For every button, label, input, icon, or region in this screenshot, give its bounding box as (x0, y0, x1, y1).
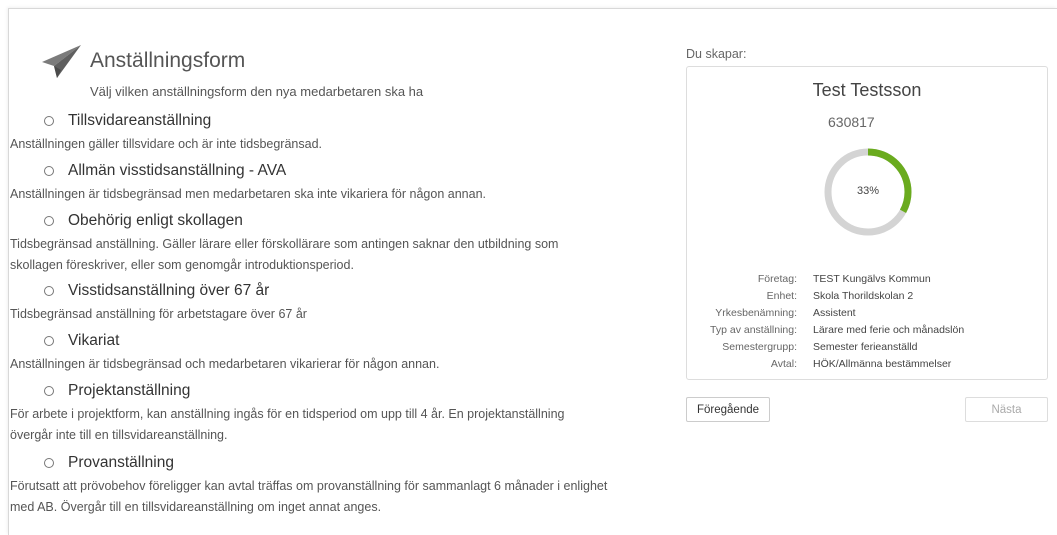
option-label[interactable]: Provanställning (68, 454, 174, 472)
detail-row: Enhet: Skola Thorildskolan 2 (687, 290, 1047, 307)
detail-value: Skola Thorildskolan 2 (813, 290, 914, 302)
person-name: Test Testsson (812, 80, 922, 100)
page-title: Anställningsform (90, 49, 246, 72)
option-description: Tidsbegränsad anställning för arbetstaga… (10, 307, 307, 321)
option-label[interactable]: Allmän visstidsanställning - AVA (68, 162, 286, 180)
detail-row: Yrkesbenämning: Assistent (687, 307, 1047, 324)
next-button[interactable]: Nästa (965, 397, 1048, 422)
option-description: För arbete i projektform, kan anställnin… (10, 407, 565, 442)
detail-value: TEST Kungälvs Kommun (813, 273, 931, 285)
detail-key: Enhet: (766, 290, 797, 302)
option-description: Anställningen är tidsbegränsad och medar… (10, 357, 440, 371)
detail-row: Typ av anställning: Lärare med ferie och… (687, 324, 1047, 341)
paper-plane-icon (42, 45, 81, 78)
option-description: Anställningen är tidsbegränsad men medar… (10, 187, 486, 201)
radio-button[interactable] (44, 286, 54, 296)
radio-button[interactable] (44, 116, 54, 126)
option-label[interactable]: Visstidsanställning över 67 år (68, 282, 269, 300)
page-subtitle: Välj vilken anställningsform den nya med… (90, 84, 424, 99)
summary-card: Test Testsson 630817 33% Företag: TEST K… (686, 66, 1048, 380)
detail-key: Företag: (757, 273, 797, 285)
detail-key: Avtal: (770, 358, 797, 370)
detail-value: Semester ferieanställd (813, 341, 918, 353)
previous-button[interactable]: Föregående (686, 397, 770, 422)
detail-row: Semestergrupp: Semester ferieanställd (687, 341, 1047, 358)
option-label[interactable]: Projektanställning (68, 382, 190, 400)
radio-button[interactable] (44, 336, 54, 346)
detail-row: Företag: TEST Kungälvs Kommun (687, 273, 1047, 290)
option-description: Anställningen gäller tillsvidare och är … (10, 137, 322, 151)
detail-value: Lärare med ferie och månadslön (813, 324, 965, 336)
detail-row: Avtal: HÖK/Allmänna bestämmelser (687, 358, 1047, 375)
radio-button[interactable] (44, 386, 54, 396)
option-description: Tidsbegränsad anställning. Gäller lärare… (10, 237, 559, 272)
detail-key: Yrkesbenämning: (715, 307, 797, 319)
radio-button[interactable] (44, 458, 54, 468)
progress-donut: 33% (821, 145, 915, 239)
detail-key: Semestergrupp: (722, 341, 797, 353)
option-label[interactable]: Vikariat (68, 332, 119, 350)
option-description: Förutsatt att prövobehov föreligger kan … (10, 479, 608, 514)
detail-value: HÖK/Allmänna bestämmelser (813, 358, 952, 370)
progress-label: 33% (856, 185, 880, 197)
option-label[interactable]: Obehörig enligt skollagen (68, 212, 243, 230)
detail-key: Typ av anställning: (710, 324, 797, 336)
radio-button[interactable] (44, 216, 54, 226)
radio-button[interactable] (44, 166, 54, 176)
detail-value: Assistent (813, 307, 856, 319)
option-label[interactable]: Tillsvidareanställning (68, 112, 211, 130)
creating-label: Du skapar: (686, 47, 747, 61)
person-number: 630817 (828, 114, 875, 130)
